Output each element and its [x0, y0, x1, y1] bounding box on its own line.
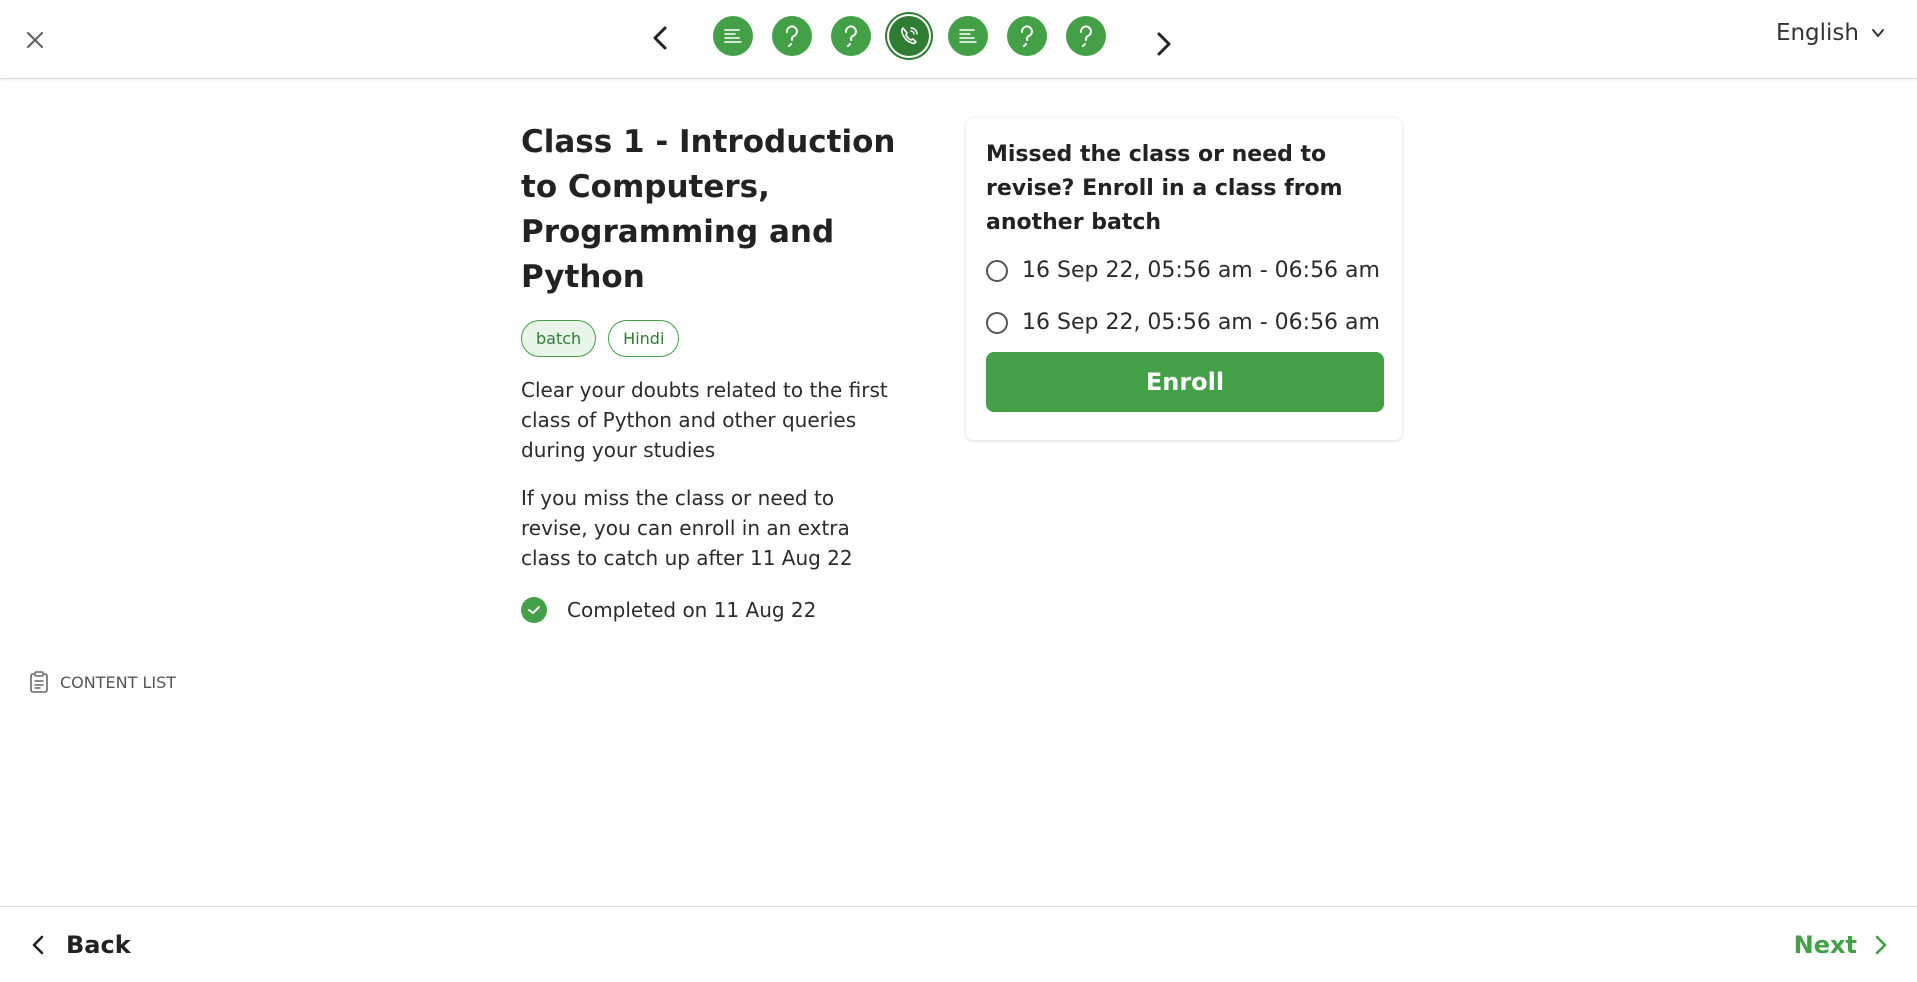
language-selector[interactable]: English [1776, 20, 1887, 46]
step-question[interactable] [1007, 16, 1047, 56]
chevron-down-icon [1872, 29, 1884, 37]
batch-option-label: 16 Sep 22, 05:56 am - 06:56 am [1022, 258, 1380, 283]
language-label: English [1775, 20, 1859, 46]
lines-icon [724, 29, 742, 43]
content-list-label: CONTENT LIST [60, 672, 177, 692]
chevron-right-icon [1157, 32, 1171, 56]
chevron-left-icon [653, 26, 667, 50]
question-icon [1080, 25, 1092, 47]
next-label: Next [1793, 931, 1857, 959]
tag-language: Hindi [608, 320, 680, 357]
previous-step-button[interactable] [640, 18, 680, 58]
lines-icon [959, 29, 977, 43]
question-icon [1021, 25, 1033, 47]
chevron-right-icon [1875, 935, 1887, 955]
close-icon[interactable] [20, 25, 50, 55]
step-question[interactable] [831, 16, 871, 56]
chevron-left-icon [32, 935, 44, 955]
step-live-class[interactable] [889, 16, 929, 56]
tag-batch: batch [521, 320, 597, 357]
batch-option[interactable]: 16 Sep 22, 05:56 am - 06:56 am [986, 310, 1380, 335]
top-navigation-bar: English [0, 0, 1917, 79]
step-question[interactable] [1066, 16, 1106, 56]
check-circle-icon [521, 597, 547, 623]
radio-button[interactable] [986, 259, 1008, 282]
class-extra-info: If you miss the class or need to revise,… [521, 486, 853, 570]
class-details: Class 1 - Introduction to Computers, Pro… [521, 120, 901, 623]
bottom-navigation-bar: Back Next [0, 906, 1917, 982]
enroll-card: Missed the class or need to revise? Enro… [966, 118, 1402, 440]
step-reading[interactable] [948, 16, 988, 56]
next-button[interactable]: Next [1794, 931, 1891, 959]
next-step-button[interactable] [1144, 24, 1184, 64]
enroll-question: Missed the class or need to revise? Enro… [986, 142, 1343, 235]
completion-text: Completed on 11 Aug 22 [567, 598, 817, 622]
enroll-button[interactable]: Enroll [986, 352, 1384, 412]
phone-icon [901, 27, 918, 45]
back-button[interactable]: Back [28, 931, 131, 959]
question-icon [845, 25, 857, 47]
completion-status: Completed on 11 Aug 22 [521, 597, 901, 623]
class-description: Clear your doubts related to the first c… [521, 378, 888, 462]
class-tags: batch Hindi [521, 320, 901, 357]
batch-option-label: 16 Sep 22, 05:56 am - 06:56 am [1022, 310, 1380, 335]
class-title: Class 1 - Introduction to Computers, Pro… [521, 124, 896, 295]
back-label: Back [66, 931, 131, 959]
step-question[interactable] [772, 16, 812, 56]
content-list-button[interactable]: CONTENT LIST [28, 670, 176, 694]
step-reading[interactable] [713, 16, 753, 56]
question-icon [786, 25, 798, 47]
clipboard-icon [30, 671, 48, 693]
batch-option[interactable]: 16 Sep 22, 05:56 am - 06:56 am [986, 258, 1380, 283]
radio-button[interactable] [986, 311, 1008, 334]
